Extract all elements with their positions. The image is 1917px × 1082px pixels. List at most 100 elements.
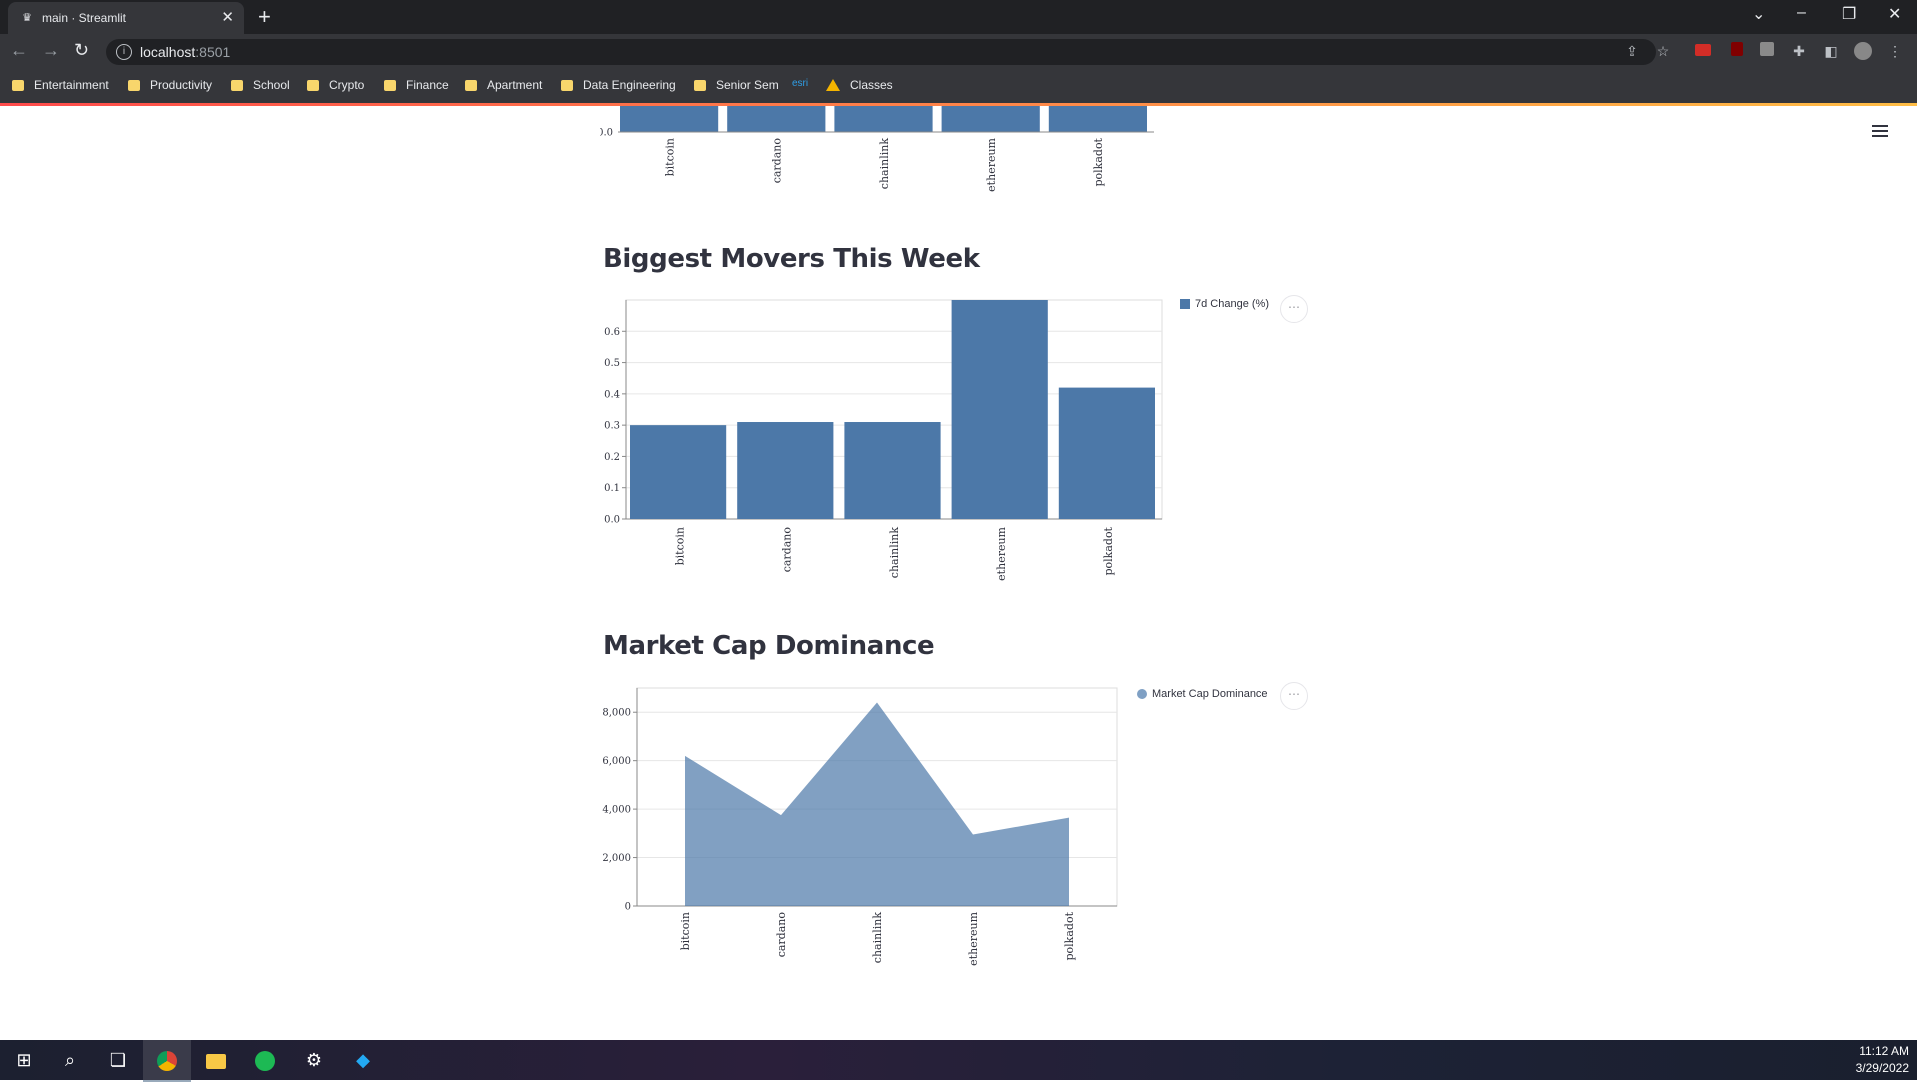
chart-actions-menu-icon[interactable]: ⋯: [1280, 295, 1308, 323]
site-info-icon[interactable]: i: [116, 44, 132, 60]
y-tick-label: 0: [625, 902, 631, 913]
browser-tab[interactable]: ♛ main · Streamlit ✕: [8, 2, 244, 34]
minimize-icon[interactable]: –: [1797, 4, 1806, 22]
address-bar[interactable]: i localhost:8501: [106, 39, 1656, 65]
bookmark-star-icon[interactable]: ☆: [1654, 42, 1672, 60]
chart-actions-menu-icon[interactable]: ⋯: [1280, 682, 1308, 710]
windows-start-icon[interactable]: ⊞: [0, 1040, 48, 1080]
bookmark-productivity[interactable]: Productivity: [128, 78, 212, 92]
tab-search-icon[interactable]: ⌄: [1752, 4, 1765, 24]
bar: [1058, 387, 1155, 519]
folder-icon: [128, 79, 140, 91]
section-title: Biggest Movers This Week: [603, 244, 980, 274]
x-tick-label: bitcoin: [673, 527, 686, 565]
y-tick-label: 2,000: [602, 853, 631, 864]
x-tick-label: cardano: [771, 138, 784, 184]
clock-time: 11:12 AM: [1859, 1044, 1909, 1058]
bar: [727, 106, 826, 132]
bookmark-finance[interactable]: Finance: [384, 78, 449, 92]
main-menu-icon[interactable]: [1872, 122, 1888, 140]
ublock-extension-icon[interactable]: [1728, 42, 1746, 60]
legend-label: 7d Change (%): [1195, 298, 1269, 310]
bookmark-entertainment[interactable]: Entertainment: [12, 78, 109, 92]
folder-icon: [384, 79, 396, 91]
x-tick-label: polkadot: [1102, 526, 1115, 575]
browser-tab-bar: [0, 0, 1917, 34]
bookmark-esri[interactable]: esri: [792, 78, 808, 89]
folder-icon: [12, 79, 24, 91]
data-point: [877, 702, 878, 703]
bookmark-classes[interactable]: Classes: [826, 78, 893, 92]
x-tick-label: ethereum: [995, 526, 1008, 580]
search-icon[interactable]: ⌕: [46, 1040, 94, 1080]
close-tab-icon[interactable]: ✕: [221, 8, 234, 26]
tab-title: main · Streamlit: [42, 11, 127, 25]
side-panel-icon[interactable]: ◧: [1822, 42, 1840, 60]
y-tick-label: 0.0: [604, 515, 620, 526]
y-tick-label: 8,000: [602, 708, 631, 719]
bookmark-senior-sem[interactable]: Senior Sem: [694, 78, 779, 92]
vscode-icon[interactable]: ◆: [339, 1040, 387, 1080]
lastpass-extension-icon[interactable]: [1694, 42, 1712, 60]
back-icon[interactable]: ←: [10, 40, 28, 61]
folder-icon: [465, 79, 477, 91]
bar: [834, 106, 933, 132]
x-tick-label: cardano: [775, 912, 788, 958]
x-tick-label: chainlink: [871, 912, 884, 964]
extension-icon[interactable]: [1758, 42, 1776, 60]
y-tick-label: 0.0: [600, 128, 613, 139]
x-tick-label: ethereum: [967, 911, 980, 965]
google-drive-icon: [826, 79, 840, 91]
restore-icon[interactable]: ❐: [1842, 4, 1856, 24]
x-tick-label: chainlink: [888, 527, 901, 579]
y-tick-label: 0.6: [604, 327, 620, 338]
share-icon[interactable]: ⇪: [1623, 42, 1641, 60]
bar: [737, 422, 834, 519]
x-tick-label: polkadot: [1063, 911, 1076, 960]
chart-previous: bitcoin cardano chainlink ethereum polkadot 0…: [600, 106, 1154, 192]
data-point: [973, 834, 974, 835]
system-clock: 11:12 AM 3/29/2022: [1856, 1043, 1909, 1077]
extensions-puzzle-icon[interactable]: ✚: [1790, 42, 1808, 60]
bar: [1048, 106, 1147, 132]
forward-icon[interactable]: →: [42, 40, 60, 61]
area-series: [685, 702, 1069, 906]
folder-icon: [561, 79, 573, 91]
spotify-icon[interactable]: [241, 1040, 289, 1080]
x-tick-label: ethereum: [985, 137, 998, 191]
x-tick-label: bitcoin: [679, 912, 692, 950]
bar: [620, 106, 719, 132]
folder-icon: [307, 79, 319, 91]
chart-7d-change: 0.0 0.1 0.2 0.3 0.4 0.5 0.6 bitcoin cardano chain…: [604, 299, 1163, 581]
x-tick-label: bitcoin: [663, 138, 676, 176]
browser-menu-icon[interactable]: ⋮: [1886, 42, 1904, 60]
y-tick-label: 0.4: [604, 389, 620, 400]
bookmark-school[interactable]: School: [231, 78, 290, 92]
reload-icon[interactable]: ↻: [74, 40, 89, 61]
file-explorer-icon[interactable]: [192, 1040, 240, 1080]
y-tick-label: 6,000: [602, 756, 631, 767]
url-text: localhost:8501: [140, 44, 231, 60]
x-tick-label: cardano: [781, 527, 794, 573]
bookmark-crypto[interactable]: Crypto: [307, 78, 364, 92]
new-tab-button[interactable]: +: [258, 4, 271, 30]
x-tick-label: chainlink: [878, 138, 891, 190]
close-window-icon[interactable]: ✕: [1888, 4, 1901, 24]
y-tick-label: 0.3: [604, 421, 620, 432]
bar: [630, 425, 727, 519]
chart-legend: Market Cap Dominance: [1137, 688, 1268, 700]
chrome-taskbar-icon[interactable]: [143, 1040, 191, 1082]
profile-avatar[interactable]: [1854, 42, 1872, 60]
bookmark-apartment[interactable]: Apartment: [465, 78, 542, 92]
legend-swatch: [1137, 689, 1147, 699]
legend-label: Market Cap Dominance: [1152, 688, 1268, 700]
y-tick-label: 0.5: [604, 358, 620, 369]
bar: [951, 300, 1048, 519]
y-tick-label: 0.1: [604, 483, 620, 494]
data-point: [685, 755, 686, 756]
task-view-icon[interactable]: ❏: [94, 1040, 142, 1080]
folder-icon: [231, 79, 243, 91]
steam-icon[interactable]: ⚙: [290, 1040, 338, 1080]
bookmark-data-engineering[interactable]: Data Engineering: [561, 78, 676, 92]
y-tick-label: 0.2: [604, 452, 620, 463]
